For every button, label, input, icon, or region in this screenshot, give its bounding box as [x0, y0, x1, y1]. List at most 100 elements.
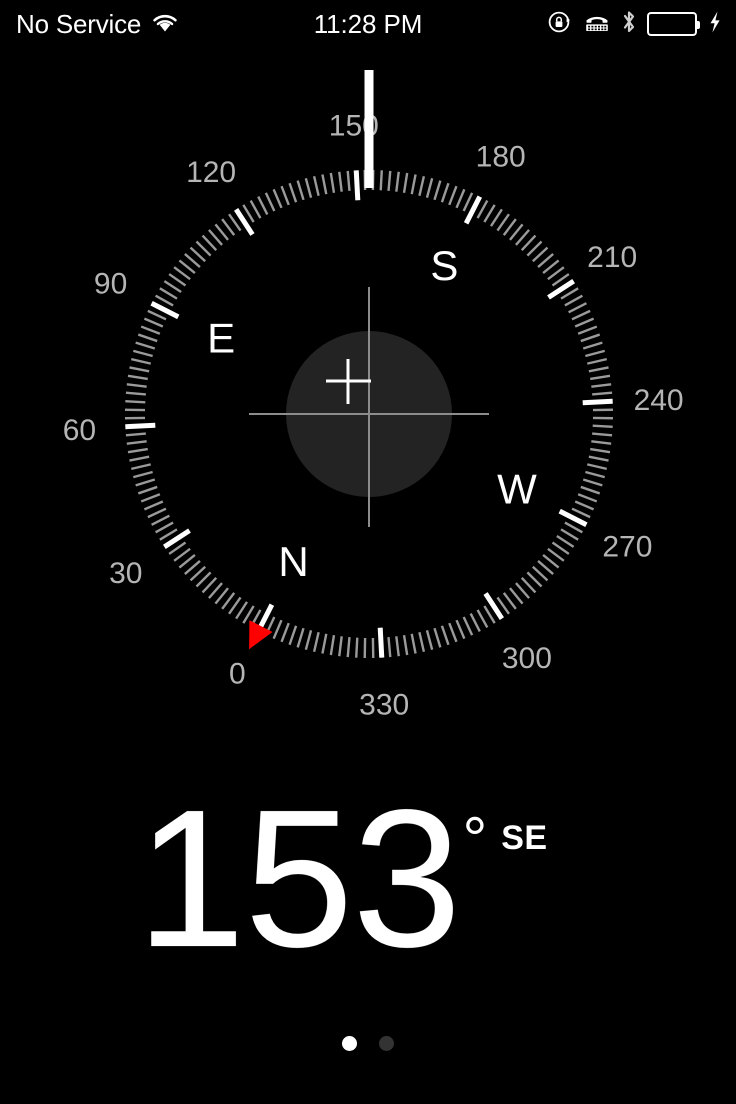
minor-tick: [125, 400, 146, 404]
minor-tick: [586, 357, 608, 365]
minor-tick: [132, 349, 153, 358]
minor-tick: [321, 633, 328, 654]
minor-tick: [515, 582, 530, 599]
minor-tick: [418, 631, 426, 653]
minor-tick: [440, 182, 450, 203]
minor-tick: [221, 592, 236, 610]
minor-tick: [582, 478, 603, 487]
minor-tick: [425, 630, 434, 651]
minor-tick: [304, 177, 313, 198]
minor-tick: [418, 175, 426, 197]
minor-tick: [591, 440, 612, 445]
minor-tick: [249, 200, 262, 219]
minor-tick: [568, 302, 587, 314]
minor-tick: [257, 196, 269, 215]
status-bar: No Service 11:28 PM: [0, 0, 736, 48]
minor-tick: [502, 218, 517, 236]
minor-tick: [588, 455, 609, 462]
minor-tick: [585, 349, 606, 358]
degree-label: 60: [63, 414, 96, 447]
minor-tick: [433, 180, 442, 201]
minor-tick: [582, 341, 603, 350]
minor-tick: [537, 253, 554, 268]
minor-tick: [395, 171, 400, 192]
clock-label: 11:28 PM: [313, 9, 423, 39]
minor-tick: [591, 383, 612, 388]
minor-tick: [462, 616, 474, 636]
minor-tick: [135, 478, 156, 487]
wifi-icon: [150, 11, 180, 38]
minor-tick: [143, 500, 164, 511]
minor-tick: [296, 180, 305, 201]
minor-tick: [402, 635, 409, 656]
minor-tick: [312, 175, 320, 197]
minor-tick: [147, 507, 167, 519]
status-bar-right: [547, 8, 722, 41]
minor-tick: [147, 309, 167, 321]
minor-tick: [483, 204, 496, 223]
minor-tick: [280, 185, 290, 206]
minor-tick: [515, 229, 530, 246]
minor-tick: [208, 229, 223, 246]
minor-tick: [208, 582, 223, 599]
minor-tick: [542, 554, 560, 569]
minor-tick: [280, 622, 290, 643]
minor-tick: [564, 294, 583, 307]
compass-svg[interactable]: 0306090120150180210240270300330 NESW: [0, 0, 736, 760]
minor-tick: [235, 601, 249, 620]
minor-tick: [577, 325, 598, 335]
minor-tick: [509, 587, 524, 605]
page-indicator[interactable]: [0, 1036, 736, 1051]
minor-tick: [126, 440, 147, 445]
minor-tick: [448, 622, 458, 643]
minor-tick: [178, 259, 196, 274]
minor-tick: [551, 541, 570, 555]
minor-tick: [476, 609, 489, 628]
minor-tick: [168, 273, 187, 287]
minor-tick: [143, 317, 164, 328]
page-dot-1[interactable]: [342, 1036, 357, 1051]
minor-tick: [590, 374, 611, 381]
minor-tick: [304, 630, 313, 651]
compass-dial[interactable]: 0 30 60 90 120 150 180 210 240 270 300 330 NESW: [0, 0, 736, 760]
degree-label: 240: [634, 384, 684, 417]
minor-tick: [588, 366, 609, 373]
degree-label: 180: [476, 141, 526, 174]
minor-tick: [228, 596, 242, 615]
minor-tick: [140, 493, 161, 503]
minor-tick: [455, 619, 466, 640]
minor-tick: [402, 172, 409, 193]
major-tick: [582, 398, 613, 406]
minor-tick: [272, 619, 283, 640]
lightning-bolt-icon: [708, 10, 722, 39]
minor-tick: [560, 528, 579, 541]
minor-tick: [321, 174, 328, 195]
minor-tick: [433, 627, 442, 648]
minor-tick: [137, 485, 158, 495]
minor-tick: [296, 627, 305, 648]
minor-tick: [338, 636, 343, 657]
minor-tick: [496, 213, 510, 232]
minor-tick: [184, 253, 201, 268]
minor-tick: [125, 391, 146, 396]
rotation-lock-icon: [547, 9, 573, 40]
minor-tick: [580, 485, 601, 495]
minor-tick: [221, 218, 236, 236]
minor-tick: [126, 383, 147, 388]
page-dot-2[interactable]: [379, 1036, 394, 1051]
minor-tick: [288, 625, 298, 646]
minor-tick: [129, 455, 150, 462]
minor-tick: [127, 447, 148, 454]
minor-tick: [448, 185, 458, 206]
tty-icon: [583, 11, 611, 38]
minor-tick: [387, 637, 392, 658]
minor-tick: [329, 635, 336, 656]
minor-tick: [455, 188, 466, 209]
minor-tick: [592, 391, 613, 396]
minor-tick: [571, 309, 591, 321]
minor-tick: [574, 500, 595, 511]
degree-label: 330: [359, 689, 409, 722]
minor-tick: [135, 341, 156, 350]
degree-label: 0: [229, 657, 246, 690]
minor-tick: [542, 259, 560, 274]
